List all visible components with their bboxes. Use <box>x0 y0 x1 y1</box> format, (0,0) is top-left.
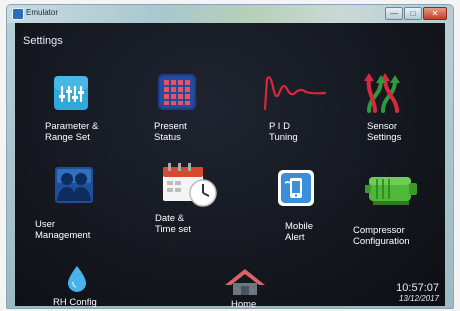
window-title: Emulator <box>26 8 59 17</box>
tile-label: Mobile Alert <box>285 221 313 243</box>
clock-date: 13/12/2017 <box>398 294 439 303</box>
home-icon <box>225 269 265 295</box>
keypad-grid-icon <box>158 74 196 110</box>
tile-parameter-range-set[interactable]: Parameter & Range Set <box>39 75 129 155</box>
clock-display: 10:57:07 13/12/2017 <box>396 282 439 304</box>
tile-label: Sensor Settings <box>367 121 402 143</box>
tile-mobile-alert[interactable]: Mobile Alert <box>271 169 361 249</box>
damped-wave-icon <box>263 76 327 111</box>
tile-label: Present Status <box>154 121 187 143</box>
app-icon <box>12 8 24 20</box>
mobile-alert-icon <box>278 170 314 206</box>
tile-pid-tuning[interactable]: P I D Tuning <box>263 73 353 153</box>
close-button[interactable]: ✕ <box>423 7 447 20</box>
title-bar[interactable]: Emulator — □ ✕ <box>7 5 453 23</box>
tile-sensor-settings[interactable]: Sensor Settings <box>359 73 449 153</box>
tile-label: Parameter & Range Set <box>45 121 99 143</box>
tile-label: P I D Tuning <box>269 121 298 143</box>
tile-home[interactable]: Home <box>215 267 275 309</box>
emulator-window: Emulator — □ ✕ Settings Parameter & Rang… <box>6 4 454 309</box>
users-icon <box>55 167 93 203</box>
tile-label: Compressor Configuration <box>353 225 410 247</box>
hmi-screen: Settings Parameter & Range Set Present S… <box>15 23 445 309</box>
tile-present-status[interactable]: Present Status <box>154 73 247 153</box>
tile-label: User Management <box>35 219 91 241</box>
minimize-button[interactable]: — <box>385 7 403 20</box>
tile-label: Home <box>231 299 257 309</box>
tile-user-management[interactable]: User Management <box>35 165 133 245</box>
water-drop-icon <box>68 266 86 292</box>
tile-label: Date & Time set <box>155 213 192 235</box>
compressor-icon <box>365 177 417 205</box>
clock-time: 10:57:07 <box>396 282 439 294</box>
calendar-clock-icon <box>163 163 217 207</box>
tile-rh-config[interactable]: RH Config <box>49 265 119 308</box>
page-title: Settings <box>23 35 63 47</box>
tile-compressor-configuration[interactable]: Compressor Configuration <box>353 173 453 253</box>
maximize-button[interactable]: □ <box>404 7 422 20</box>
sensor-arrows-icon <box>364 73 400 113</box>
tile-date-time-set[interactable]: Date & Time set <box>155 163 245 243</box>
window-controls: — □ ✕ <box>384 7 447 20</box>
sliders-icon <box>54 76 88 110</box>
tile-label: RH Config <box>53 297 97 308</box>
